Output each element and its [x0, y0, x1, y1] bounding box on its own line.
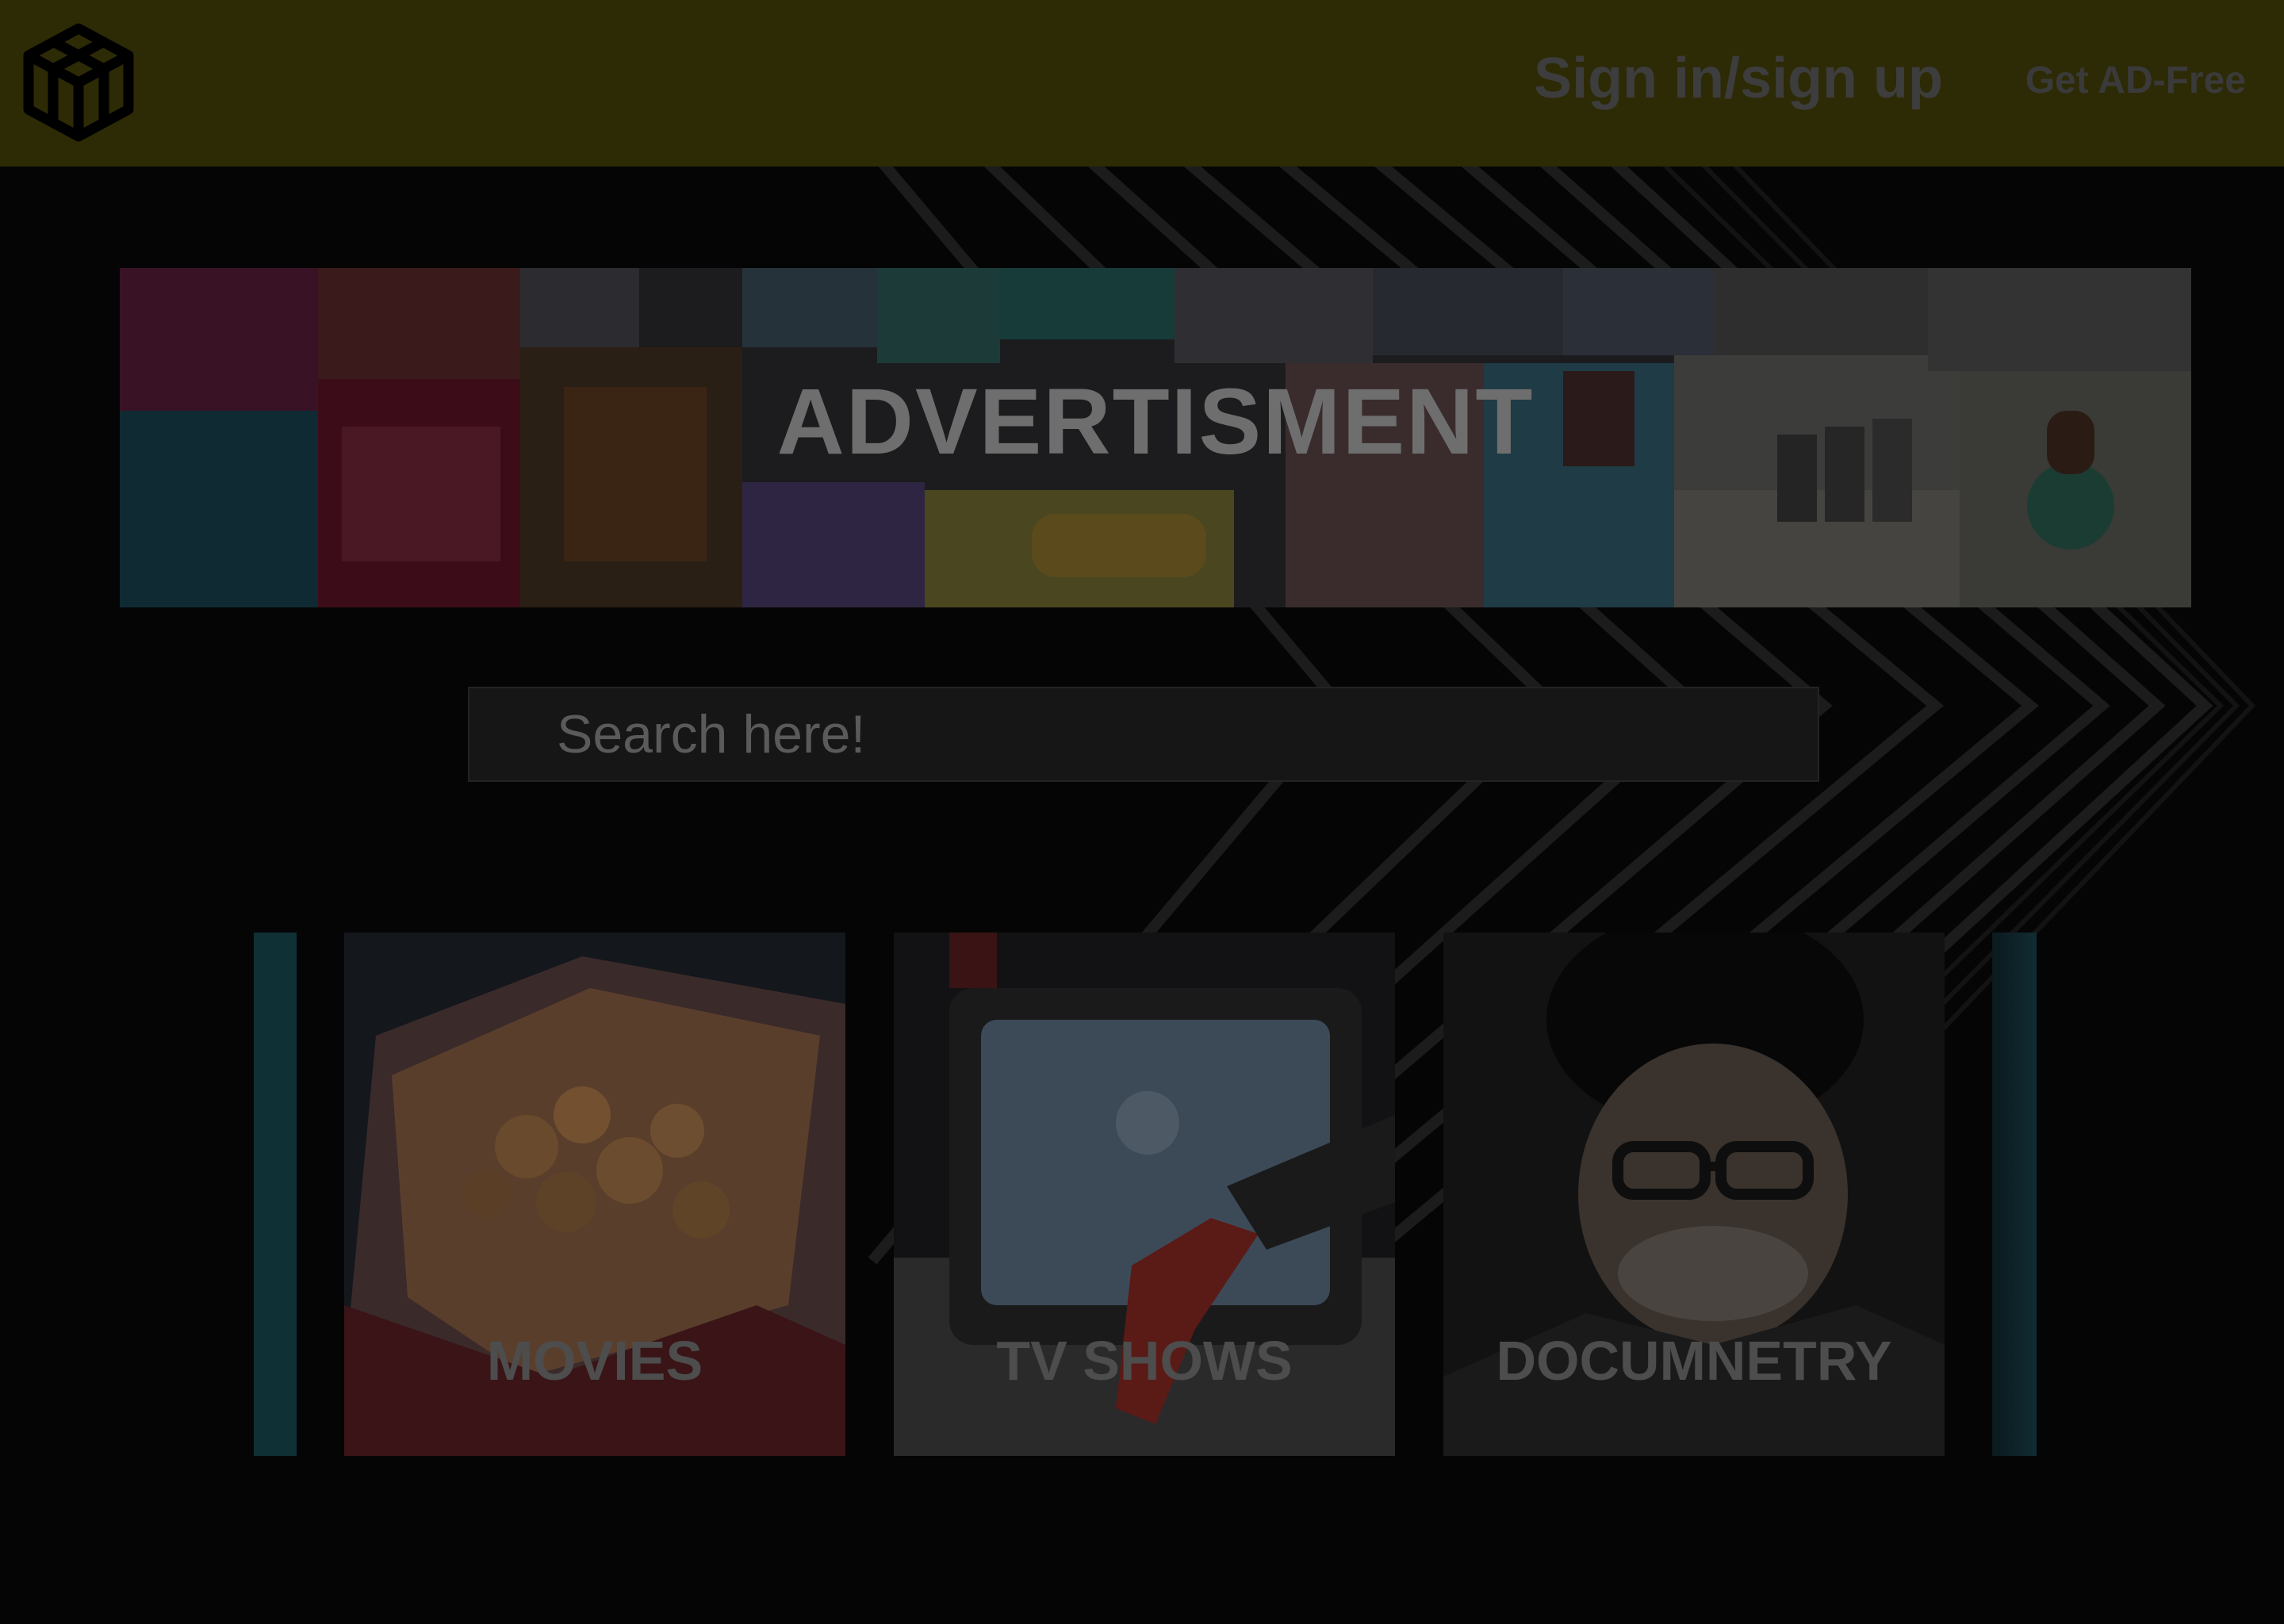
category-card-movies[interactable]: MOVIES: [344, 933, 845, 1456]
carousel-previous-card-edge[interactable]: [254, 933, 297, 1456]
search-input[interactable]: [469, 688, 1818, 780]
signin-signup-link[interactable]: Sign in/sign up: [1534, 46, 1943, 111]
category-label-movies: MOVIES: [486, 1330, 703, 1392]
category-card-documentary[interactable]: DOCUMNETRY: [1443, 933, 1945, 1456]
advertisement-banner[interactable]: ADVERTISMENT: [120, 268, 2191, 607]
get-ad-free-link[interactable]: Get AD-Free: [2025, 59, 2246, 102]
category-label-documentary: DOCUMNETRY: [1496, 1330, 1892, 1392]
category-label-tv-shows: TV SHOWS: [996, 1330, 1293, 1392]
top-navigation-bar: Sign in/sign up Get AD-Free: [0, 0, 2284, 167]
category-card-tv-shows[interactable]: TV SHOWS: [894, 933, 1395, 1456]
codepen-cube-icon[interactable]: [22, 22, 135, 143]
advertisement-label: ADVERTISMENT: [776, 370, 1535, 474]
carousel-next-card-edge[interactable]: [1992, 933, 2037, 1456]
search-bar[interactable]: [468, 687, 1819, 782]
